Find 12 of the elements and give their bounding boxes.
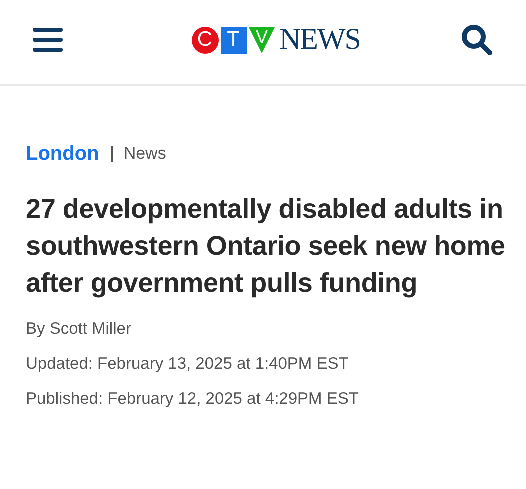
logo-letter: C [192,26,218,54]
logo-letter: V [248,26,276,54]
published-date: Published: February 12, 2025 at 4:29PM EST [26,390,360,409]
section-link[interactable]: London [26,142,100,166]
byline: By Scott Miller [26,320,132,339]
logo-wordmark: NEWS [280,23,360,57]
category-link[interactable]: News [124,144,166,164]
logo-letter: T [220,26,246,54]
menu-icon[interactable] [33,28,63,52]
headline: 27 developmentally disabled adults in southwestern Ontario seek new home after government pulls funding [26,193,506,300]
search-icon[interactable] [461,24,494,56]
updated-date: Updated: February 13, 2025 at 1:40PM EST [26,355,350,374]
